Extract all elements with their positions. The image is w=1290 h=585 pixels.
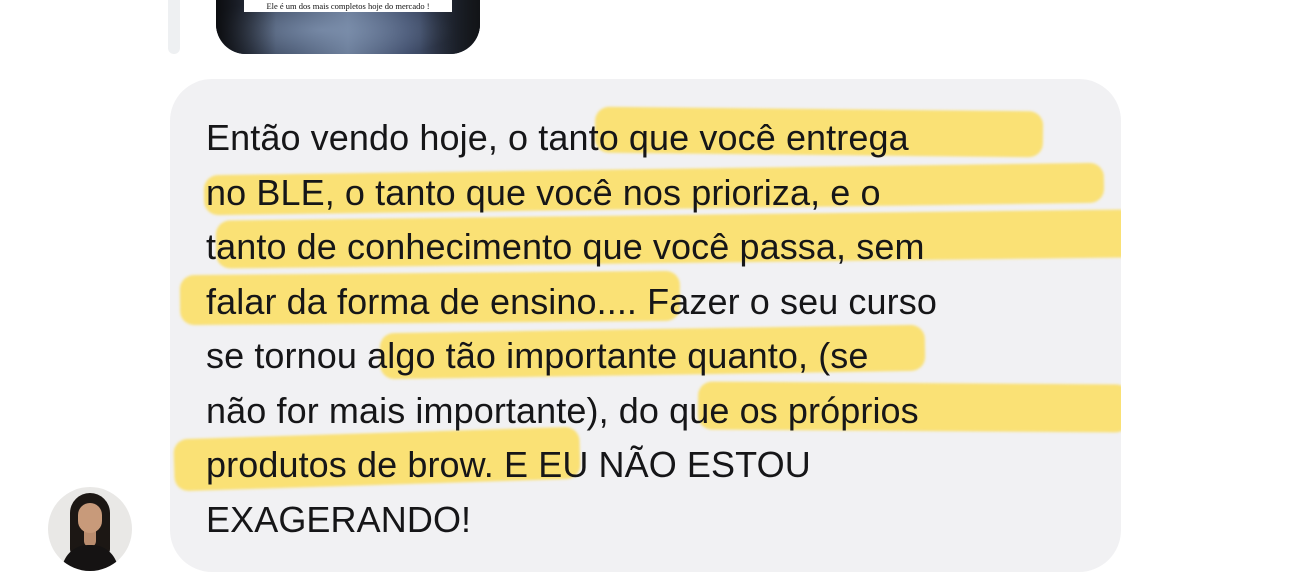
reply-quote-bar <box>168 0 180 54</box>
media-caption: Ele é um dos mais completos hoje do merc… <box>244 0 452 12</box>
shared-media-thumbnail[interactable]: Ele é um dos mais completos hoje do merc… <box>216 0 480 54</box>
message-text: Então vendo hoje, o tanto que você entre… <box>206 117 937 540</box>
avatar-icon[interactable] <box>48 487 132 571</box>
message-bubble[interactable]: Então vendo hoje, o tanto que você entre… <box>170 79 1121 572</box>
